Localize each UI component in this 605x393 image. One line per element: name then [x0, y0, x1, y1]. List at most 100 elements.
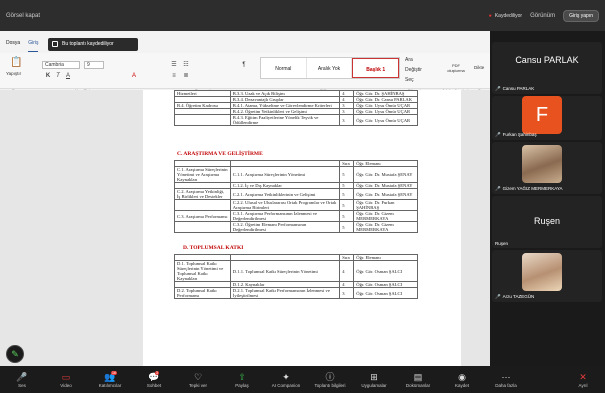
table-cell: Öğr. Gör. Dr. Gizem MERMERKAYA [353, 221, 418, 233]
document-page[interactable]: Hizmetleri B.3.3. Uzak ve Açık Bilişim 4 Öğ… [143, 90, 461, 366]
style-normal[interactable]: Normal [261, 58, 307, 78]
view-label[interactable]: Görünüm [530, 13, 555, 19]
recording-banner: Bu toplantı kaydediliyor [48, 38, 138, 51]
participants-count-badge: 16 [111, 370, 117, 375]
dictate-button[interactable]: Dikte [474, 65, 484, 70]
table-cell: Öğr. Gör. Dr. Mustafa ŞENAY [353, 166, 418, 183]
numbering-icon[interactable]: ☷ [182, 61, 190, 69]
table-cell: Öğr. Gör. Uysu Ömür UÇAR [353, 108, 418, 115]
bold-button[interactable]: K [44, 72, 52, 80]
ai-label: AI Companion [271, 382, 301, 388]
leave-button[interactable]: ✕ Ayrıl [561, 372, 605, 388]
align-left-icon[interactable]: ≡ [170, 72, 178, 80]
table-cell: 5 [339, 221, 355, 233]
section-c-heading: C. ARAŞTIRMA VE GELİŞTİRME [177, 151, 263, 157]
video-button[interactable]: ▭ Video [44, 372, 88, 388]
participant-label: 🎤 Cansu PARLAK [495, 86, 535, 91]
mic-muted-icon: 🎤 [495, 294, 501, 299]
table-cell: Öğr. Gör. Uysu Ömür UÇAR [353, 102, 418, 109]
more-button[interactable]: ⋯ Daha fazla [484, 372, 528, 388]
find-button[interactable]: Ara [405, 57, 413, 63]
underline-button[interactable]: A [64, 72, 72, 80]
participant-name-big: Cansu PARLAK [515, 55, 579, 65]
video-icon: ▭ [61, 371, 71, 382]
table-cell: Öğr. Gör. Osman ŞALCI [353, 287, 418, 299]
info-button[interactable]: ⓘ Toplantı bilgileri [308, 372, 352, 388]
leave-label: Ayrıl [578, 382, 588, 388]
font-size-select[interactable]: 9 [84, 61, 104, 69]
mic-muted-icon: 🎤 [495, 132, 501, 137]
pilcrow-icon[interactable]: ¶ [240, 61, 248, 69]
align-center-icon[interactable]: ≣ [182, 72, 190, 80]
participant-tile-arzu[interactable]: 🎤 Arzu TAZEGÜN [492, 250, 602, 302]
mic-muted-icon: 🎤 [495, 86, 501, 91]
table-row: D.1. Toplumsal Katkı Süreçlerinin Yöneti… [174, 260, 418, 282]
participant-label: 🎤 Arzu TAZEGÜN [495, 294, 535, 299]
ai-button[interactable]: ✦ AI Companion [264, 372, 308, 388]
table-cell: 5 [339, 210, 355, 222]
share-label: Paylaş [235, 382, 249, 388]
docs-button[interactable]: ▤ Dokümanlar [396, 372, 440, 388]
table-cell: C.2. Araştırma Yetkinliği, İş Birlikleri… [174, 188, 231, 200]
audio-label: Ses [18, 382, 26, 388]
apps-label: Uygulamalar [361, 382, 387, 388]
chat-button[interactable]: 💬 Sohbet 3 [132, 370, 176, 388]
font-name-select[interactable]: Cambria [42, 61, 80, 69]
participant-label: Ruşen [495, 241, 509, 246]
avatar-initial: F [522, 96, 562, 134]
select-button[interactable]: Seç [405, 77, 414, 83]
info-icon: ⓘ [325, 371, 335, 382]
annotate-pencil-icon[interactable]: ✎ [6, 345, 24, 363]
table-cell: C.3.1. Araştırma Performansının İzlenmes… [229, 210, 341, 222]
paste-button[interactable]: Yapıştır [6, 71, 21, 76]
replace-button[interactable]: Değiştir [405, 67, 422, 73]
react-icon: ♡ [193, 371, 203, 382]
table-row: D.2. Toplumsal Katkı Performansı D.2.1. T… [174, 287, 418, 299]
table-cell: Öğr. Gör. Dr. Mustafa ŞENAY [353, 188, 418, 200]
participant-label: 🎤 Furkan Şahinbaş [495, 132, 537, 137]
audio-icon: 🎤 [16, 371, 28, 382]
participant-video [522, 145, 562, 183]
tab-home[interactable]: Giriş [28, 40, 39, 52]
sign-in-button[interactable]: Giriş yapın [563, 9, 599, 22]
recording-indicator[interactable]: ● Kaydediliyor [489, 13, 522, 19]
participant-tile-rusen[interactable]: Ruşen Ruşen [492, 196, 602, 248]
window-title: Görsel kapat [6, 12, 41, 19]
bullets-icon[interactable]: ☰ [170, 61, 178, 69]
table-cell: C.1.1. Araştırma Süreçlerinin Yönetimi [229, 166, 341, 183]
document-area: Hizmetleri B.3.3. Uzak ve Açık Bilişim 4 Öğ… [0, 90, 490, 366]
style-no-spacing[interactable]: Aralık Yok [307, 58, 353, 78]
react-button[interactable]: ♡ Tepki ver [176, 372, 220, 388]
style-heading-1[interactable]: Başlık 1 [352, 58, 400, 78]
share-button[interactable]: ⇧ Paylaş [220, 372, 264, 388]
chat-icon: 💬 [148, 371, 160, 382]
apps-icon: ⊞ [370, 371, 378, 382]
table-cell [174, 199, 231, 211]
table-section-d: Sıra Öğr. Elemanı D.1. Toplumsal Katkı Sür… [174, 254, 418, 299]
font-color-icon[interactable]: A [130, 72, 138, 80]
participant-tile-furkan[interactable]: F 🎤 Furkan Şahinbaş [492, 96, 602, 140]
leave-icon: ✕ [579, 371, 587, 382]
table-cell: 3 [339, 114, 355, 126]
table-cell: 4 [339, 260, 355, 282]
styles-gallery: Normal Aralık Yok Başlık 1 [260, 57, 400, 79]
participants-button[interactable]: 👥 Katılımcılar 16 [88, 370, 132, 388]
table-cell: 3 [339, 287, 355, 299]
pdf-button[interactable]: PDF oluşturma [446, 63, 466, 73]
recording-icon [52, 41, 58, 47]
table-row: C.3. Araştırma Performansı C.3.1. Araştır… [174, 210, 418, 222]
audio-button[interactable]: 🎤 Ses [0, 372, 44, 388]
table-row: C.2. Araştırma Yetkinliği, İş Birlikleri… [174, 188, 418, 200]
italic-button[interactable]: T [54, 72, 62, 80]
table-cell: Öğr. Gör. Uysu Ömür UÇAR [353, 114, 418, 126]
table-section-c: Sıra Öğr. Elemanı C.1. Araştırma Süreçleri… [174, 160, 418, 233]
ribbon: 📋 Yapıştır Cambria 9 K T A A ☰ ☷ ≡ ≣ ¶ A… [0, 53, 490, 93]
participant-tile-cansu[interactable]: Cansu PARLAK 🎤 Cansu PARLAK [492, 42, 602, 94]
apps-button[interactable]: ⊞ Uygulamalar [352, 372, 396, 388]
tab-file[interactable]: Dosya [6, 40, 20, 52]
video-label: Video [60, 382, 72, 388]
table-cell [174, 114, 231, 126]
participant-tile-gizem[interactable]: 🎤 Gizem YAĞIZ MERMERKAYA [492, 142, 602, 194]
paste-icon[interactable]: 📋 [10, 58, 22, 68]
record-button[interactable]: ◉ Kaydet [440, 372, 484, 388]
